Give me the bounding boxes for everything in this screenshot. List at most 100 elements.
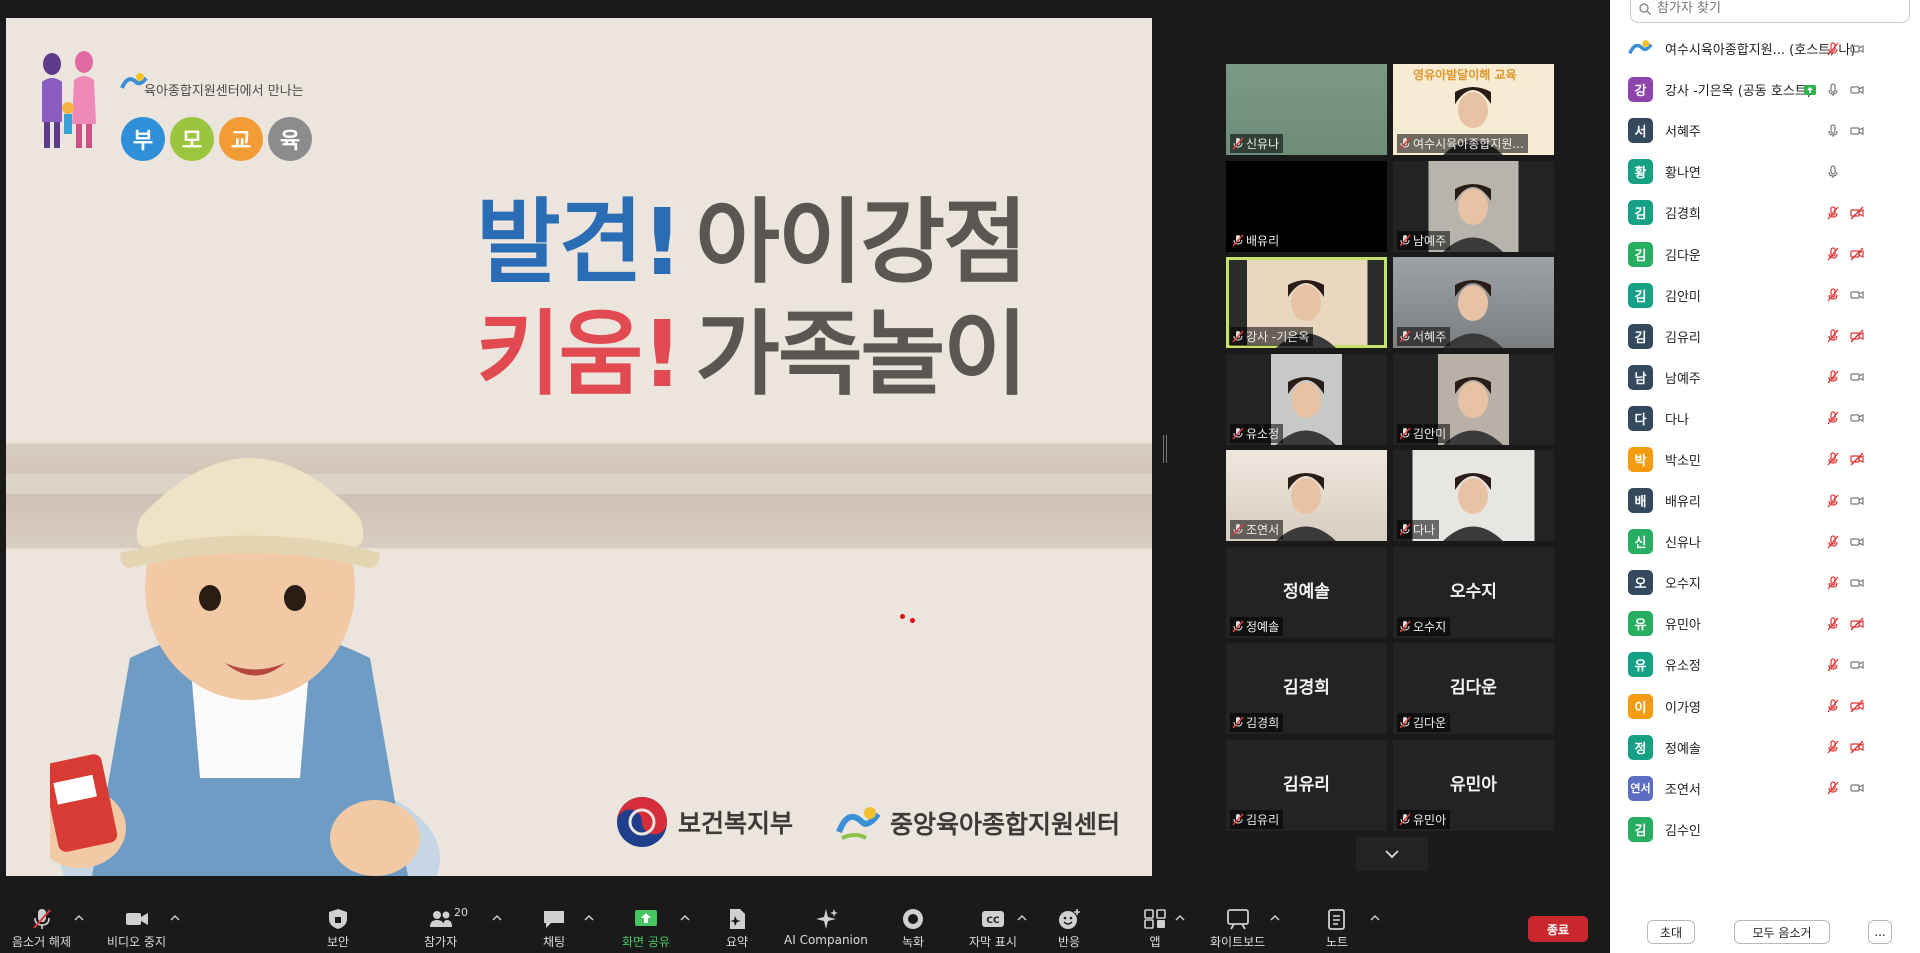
participant-row[interactable]: 서 서혜주 <box>1610 110 1920 151</box>
view-splitter-handle[interactable] <box>1163 435 1167 463</box>
mic-muted-icon <box>1232 812 1244 826</box>
video-tile[interactable]: 남예주 <box>1393 160 1554 252</box>
video-tile[interactable]: 유민아 유민아 <box>1393 739 1554 831</box>
participant-row[interactable]: 남 남예주 <box>1610 357 1920 398</box>
participant-search-input[interactable] <box>1657 1 1897 16</box>
video-tile[interactable]: 정예솔 정예솔 <box>1226 546 1387 638</box>
captions-button[interactable]: CC 자막 표시 <box>969 908 1017 950</box>
video-tile[interactable]: 조연서 <box>1226 450 1387 541</box>
family-figures-icon <box>42 51 96 148</box>
avatar: 다 <box>1628 405 1653 431</box>
mute-all-button[interactable]: 모두 음소거 <box>1734 920 1830 944</box>
record-button[interactable]: 녹화 <box>901 908 925 950</box>
chevron-up-icon[interactable] <box>1370 914 1380 922</box>
mic-muted-icon <box>1399 716 1411 729</box>
tile-name-label: 여수시육아종합지원... <box>1397 134 1528 153</box>
mic-muted-icon <box>1827 288 1839 302</box>
participant-row[interactable]: 다 다나 <box>1610 398 1920 439</box>
participant-row[interactable]: 김 김경희 <box>1610 192 1920 233</box>
participant-row[interactable]: 김 김수인 <box>1610 809 1920 850</box>
participant-row[interactable]: 신 신유나 <box>1610 521 1920 562</box>
unmute-button[interactable]: 음소거 해제 <box>12 908 71 950</box>
mic-muted-icon <box>1232 426 1244 440</box>
tile-name-label: 김경희 <box>1230 713 1284 732</box>
mic-muted-icon <box>1827 247 1839 261</box>
tile-name-label: 김다운 <box>1397 713 1451 732</box>
center-swirl-icon <box>1628 39 1653 54</box>
video-tile[interactable]: 김경희 김경희 <box>1226 643 1387 734</box>
chevron-down-icon <box>1385 849 1399 858</box>
chevron-up-icon[interactable] <box>1175 914 1185 922</box>
ai-companion-button[interactable]: AI Companion <box>784 908 868 947</box>
end-meeting-button[interactable]: 종료 <box>1528 916 1588 942</box>
toolbar-label: 화면 공유 <box>622 935 670 949</box>
participant-search[interactable] <box>1630 0 1910 23</box>
video-tile[interactable]: 신유나 <box>1226 64 1387 155</box>
chevron-up-icon[interactable] <box>584 914 594 922</box>
gallery-next-page-button[interactable] <box>1356 837 1428 871</box>
brand-chip: 교 <box>219 117 263 161</box>
avatar: 이 <box>1628 693 1653 719</box>
toolbar-label: 비디오 중지 <box>107 935 167 949</box>
chat-button[interactable]: 채팅 <box>542 908 566 950</box>
video-tile[interactable]: 배유리 <box>1226 160 1387 252</box>
video-tile[interactable]: 강사 -기은옥 <box>1226 257 1387 348</box>
chevron-up-icon[interactable] <box>492 914 502 922</box>
center-logo: 중앙육아종합지원센터 <box>836 804 1120 842</box>
tile-name-text: 김유리 <box>1246 812 1280 827</box>
participant-row[interactable]: 박 박소민 <box>1610 439 1920 480</box>
video-tile[interactable]: 김유리 김유리 <box>1226 739 1387 831</box>
chevron-up-icon[interactable] <box>74 914 84 922</box>
avatar: 신 <box>1628 529 1653 555</box>
tile-name-text: 강사 -기은옥 <box>1246 330 1310 344</box>
participant-row[interactable]: 김 김유리 <box>1610 316 1920 357</box>
video-tile[interactable]: 서혜주 <box>1393 257 1554 348</box>
notes-button[interactable]: 노트 <box>1325 908 1349 950</box>
sparkle-icon <box>815 909 838 929</box>
more-options-button[interactable]: ... <box>1868 920 1892 944</box>
avatar: 남 <box>1628 364 1653 390</box>
chevron-up-icon[interactable] <box>680 914 690 922</box>
video-tile[interactable]: 영유아발달이해 교육 여수시육아종합지원... <box>1393 64 1554 155</box>
annotation-dot <box>900 614 905 619</box>
security-button[interactable]: 보안 <box>326 908 350 950</box>
participant-row[interactable]: 김 김안미 <box>1610 275 1920 316</box>
participant-name: 다나 <box>1665 412 1689 428</box>
whiteboard-button[interactable]: 화이트보드 <box>1210 908 1265 950</box>
apps-button[interactable]: 앱 <box>1143 908 1167 950</box>
participant-row[interactable]: 황 황나연 <box>1610 151 1920 192</box>
participant-row[interactable]: 김 김다운 <box>1610 233 1920 274</box>
video-tile[interactable]: 유소정 <box>1226 353 1387 445</box>
participant-row[interactable]: 이 이가영 <box>1610 686 1920 727</box>
participant-row[interactable]: 연서 조연서 <box>1610 768 1920 809</box>
video-tile[interactable]: 다나 <box>1393 450 1554 541</box>
video-tile[interactable]: 오수지 오수지 <box>1393 546 1554 638</box>
invite-button[interactable]: 초대 <box>1647 920 1695 944</box>
reactions-button[interactable]: 반응 <box>1057 908 1081 950</box>
participant-row[interactable]: 배 배유리 <box>1610 480 1920 521</box>
participant-row[interactable]: 유 유소정 <box>1610 644 1920 685</box>
share-screen-icon <box>634 910 657 926</box>
chevron-up-icon[interactable] <box>1270 914 1280 922</box>
video-tile[interactable]: 김다운 김다운 <box>1393 643 1554 734</box>
participant-row[interactable]: 오 오수지 <box>1610 562 1920 603</box>
participant-name: 남예주 <box>1665 371 1701 387</box>
participant-display-name: 유민아 <box>1450 774 1497 795</box>
video-off-icon <box>1850 453 1864 466</box>
participant-row[interactable]: 유 유민아 <box>1610 603 1920 644</box>
participant-row[interactable]: 강 강사 -기은옥 (공동 호스트) <box>1610 69 1920 110</box>
summary-button[interactable]: 요약 <box>725 908 749 950</box>
share-screen-button[interactable]: 화면 공유 <box>622 908 670 950</box>
participant-row[interactable]: 여수시육아종합지원... (호스트, 나) <box>1610 28 1920 69</box>
stop-video-button[interactable]: 비디오 중지 <box>107 908 166 950</box>
video-tile[interactable]: 김안미 <box>1393 353 1554 445</box>
video-off-icon <box>1850 206 1864 220</box>
chevron-up-icon[interactable] <box>170 914 180 922</box>
chevron-up-icon[interactable] <box>1017 914 1027 922</box>
video-off-icon <box>1850 740 1864 754</box>
participants-button[interactable]: 참가자 20 <box>424 906 468 950</box>
center-swirl-icon <box>836 807 881 840</box>
participant-name: 김수인 <box>1665 823 1701 839</box>
participant-row[interactable]: 정 정예솔 <box>1610 727 1920 768</box>
tile-name-text: 정예솔 <box>1246 619 1280 634</box>
